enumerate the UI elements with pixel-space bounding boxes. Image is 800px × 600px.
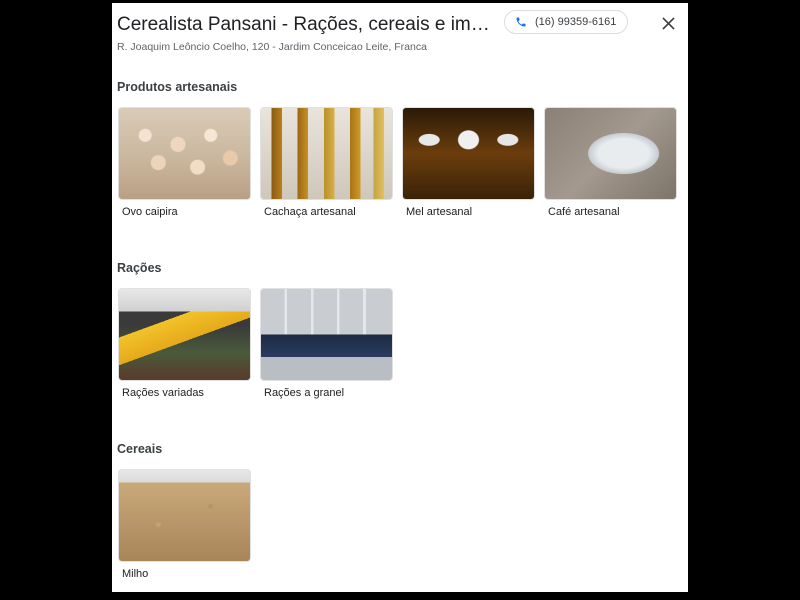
product-catalog-panel: Cerealista Pansani - Rações, cereais e i…	[112, 3, 688, 592]
product-card[interactable]: Rações a granel	[260, 288, 393, 399]
product-card[interactable]: Mel artesanal	[402, 107, 535, 218]
product-card[interactable]: Café artesanal	[544, 107, 677, 218]
product-image-honey[interactable]	[402, 107, 535, 200]
product-card[interactable]: Rações variadas	[118, 288, 251, 399]
product-label: Rações a granel	[264, 387, 345, 399]
product-grid-racoes: Rações variadas Rações a granel	[118, 288, 393, 399]
product-image-corn[interactable]	[118, 469, 251, 562]
phone-number: (16) 99359-6161	[535, 16, 617, 28]
product-card[interactable]: Milho	[118, 469, 251, 580]
page-title: Cerealista Pansani - Rações, cereais e i…	[117, 14, 495, 35]
product-label: Cachaça artesanal	[264, 206, 356, 218]
product-label: Milho	[122, 568, 149, 580]
product-image-eggs[interactable]	[118, 107, 251, 200]
product-label: Mel artesanal	[406, 206, 473, 218]
product-label: Rações variadas	[122, 387, 204, 399]
phone-icon	[516, 17, 526, 27]
product-label: Café artesanal	[548, 206, 620, 218]
product-image-coffee[interactable]	[544, 107, 677, 200]
call-button[interactable]: (16) 99359-6161	[504, 10, 628, 34]
address: R. Joaquim Leôncio Coelho, 120 - Jardim …	[117, 41, 427, 53]
product-label: Ovo caipira	[122, 206, 178, 218]
close-icon	[661, 16, 675, 30]
product-image-bulk-feed[interactable]	[260, 288, 393, 381]
product-card[interactable]: Cachaça artesanal	[260, 107, 393, 218]
section-title-racoes: Rações	[117, 261, 162, 275]
product-grid-cereais: Milho	[118, 469, 251, 580]
close-button[interactable]	[658, 13, 678, 33]
product-image-cachaca[interactable]	[260, 107, 393, 200]
product-card[interactable]: Ovo caipira	[118, 107, 251, 218]
section-title-cereais: Cereais	[117, 442, 163, 456]
section-title-produtos-artesanais: Produtos artesanais	[117, 80, 238, 94]
product-image-feed-bags[interactable]	[118, 288, 251, 381]
product-grid-produtos-artesanais: Ovo caipira Cachaça artesanal Mel artesa…	[118, 107, 677, 218]
